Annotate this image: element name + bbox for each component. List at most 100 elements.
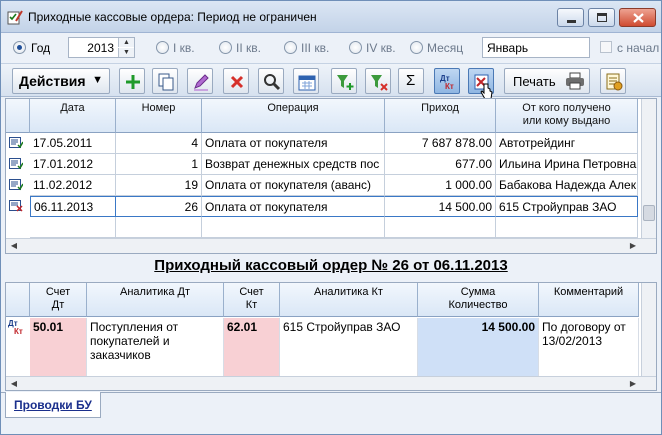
year-increment-button[interactable]: ▲ (118, 38, 134, 47)
minimize-icon (567, 20, 576, 23)
scroll-right-arrow[interactable]: ▶ (626, 240, 640, 252)
document-posted-icon (9, 158, 23, 170)
orders-table: Дата Номер Операция Приход От кого получ… (5, 98, 657, 254)
sum-button[interactable]: Σ (398, 68, 424, 94)
edit-button[interactable] (187, 68, 213, 94)
q1-radio[interactable] (156, 41, 169, 54)
year-input[interactable]: 2013 ▲ ▼ (68, 37, 135, 58)
cell-from[interactable]: Бабакова Надежда Алек (496, 175, 638, 196)
tab-postings[interactable]: Проводки БУ (5, 392, 101, 418)
period-selector: Год 2013 ▲ ▼ I кв. II кв. III кв. IV кв.… (1, 34, 661, 62)
orders-horizontal-scrollbar[interactable]: ◀ ▶ (6, 238, 656, 253)
postings-horizontal-scrollbar[interactable]: ◀ ▶ (6, 376, 656, 390)
minimize-button[interactable] (557, 8, 584, 27)
title-bar: Приходные кассовые ордера: Период не огр… (1, 1, 661, 33)
cell-comment[interactable]: По договору от 13/02/2013 (539, 318, 639, 376)
cell-operation[interactable]: Оплата от покупателя (202, 196, 385, 217)
maximize-button[interactable] (588, 8, 615, 27)
q3-radio[interactable] (284, 41, 297, 54)
column-header-credit-line1: Счет (239, 286, 264, 298)
cell-income[interactable]: 7 687 878.00 (385, 133, 496, 154)
year-decrement-button[interactable]: ▼ (118, 48, 134, 57)
svg-text:Кт: Кт (445, 82, 454, 91)
postings-vertical-scrollbar[interactable] (641, 283, 656, 376)
q3-radio-label: III кв. (301, 41, 330, 55)
from-start-checkbox[interactable] (600, 41, 612, 53)
filter-remove-button[interactable] (365, 68, 391, 94)
column-header-number[interactable]: Номер (116, 99, 202, 133)
cell-from[interactable]: Ильина Ирина Петровна (496, 154, 638, 175)
cell-number[interactable]: 4 (116, 133, 202, 154)
column-header-from-line2: или кому выдано (522, 115, 611, 127)
cell-date[interactable]: 11.02.2012 (30, 175, 116, 196)
close-icon (633, 13, 644, 23)
cell-analytics-dt[interactable]: Поступления от покупателей и заказчиков (87, 318, 224, 376)
column-header-credit[interactable]: Счет Кт (224, 283, 280, 317)
cell-operation[interactable]: Возврат денежных средств пос (202, 154, 385, 175)
cell-sum[interactable]: 14 500.00 (418, 318, 539, 376)
cell-income[interactable]: 1 000.00 (385, 175, 496, 196)
q2-radio-label: II кв. (236, 41, 261, 55)
copy-button[interactable] (152, 68, 178, 94)
cell-operation[interactable]: Оплата от покупателя (аванс) (202, 175, 385, 196)
year-value: 2013 (87, 41, 114, 55)
cash-orders-window: Приходные кассовые ордера: Период не огр… (0, 0, 662, 435)
scrollbar-thumb[interactable] (643, 205, 655, 221)
cell-date-selected[interactable]: 06.11.2013 (30, 196, 116, 217)
column-header-income[interactable]: Приход (385, 99, 496, 133)
column-header-debit[interactable]: Счет Дт (30, 283, 87, 317)
dt-kt-row-icon: Дт Кт (8, 319, 28, 341)
year-radio[interactable] (13, 41, 26, 54)
scroll-left-arrow[interactable]: ◀ (7, 240, 21, 252)
scroll-right-arrow[interactable]: ▶ (626, 378, 640, 390)
cell-from[interactable]: 615 Стройуправ ЗАО (496, 196, 638, 217)
search-button[interactable] (258, 68, 284, 94)
cell-income[interactable]: 14 500.00 (385, 196, 496, 217)
postings-toggle-button[interactable]: Дт Кт (434, 68, 460, 94)
delete-icon (230, 75, 244, 89)
column-header-analytics-dt[interactable]: Аналитика Дт (87, 283, 224, 317)
toolbar: Действия ▼ Σ Дт Кт Печать (1, 63, 661, 100)
cell-number[interactable]: 1 (116, 154, 202, 175)
scroll-left-arrow[interactable]: ◀ (7, 378, 21, 390)
postings-table: Счет Дт Аналитика Дт Счет Кт Аналитика К… (5, 282, 657, 391)
cell-number[interactable]: 19 (116, 175, 202, 196)
document-unposted-icon (9, 200, 23, 212)
cell-debit-account[interactable]: 50.01 (30, 318, 87, 376)
filter-add-button[interactable] (331, 68, 357, 94)
cell-operation[interactable]: Оплата от покупателя (202, 133, 385, 154)
column-header-sum-line1: Сумма (460, 286, 496, 298)
q2-radio[interactable] (219, 41, 232, 54)
column-header-sum[interactable]: Сумма Количество (418, 283, 539, 317)
q4-radio[interactable] (349, 41, 362, 54)
actions-menu-button[interactable]: Действия ▼ (12, 68, 110, 94)
document-title: Приходный кассовый ордер № 26 от 06.11.2… (154, 257, 508, 274)
report-button[interactable] (600, 68, 626, 94)
orders-vertical-scrollbar[interactable] (641, 99, 656, 238)
calendar-button[interactable] (293, 68, 319, 94)
close-button[interactable] (619, 8, 656, 27)
cell-number[interactable]: 26 (116, 196, 202, 217)
month-radio[interactable] (410, 41, 423, 54)
month-input[interactable]: Январь (482, 37, 590, 58)
from-start-label: с начал (617, 41, 660, 55)
cell-analytics-kt[interactable]: 615 Стройуправ ЗАО (280, 318, 418, 376)
dt-kt-icon: ДтКт (440, 74, 454, 91)
add-button[interactable] (119, 68, 145, 94)
cell-income[interactable]: 677.00 (385, 154, 496, 175)
tab-postings-label: Проводки БУ (14, 398, 92, 412)
print-button[interactable]: Печать (504, 68, 590, 94)
report-icon (606, 73, 623, 91)
column-header-comment[interactable]: Комментарий (539, 283, 639, 317)
column-header-date[interactable]: Дата (30, 99, 116, 133)
cell-credit-account[interactable]: 62.01 (224, 318, 280, 376)
kt-icon-label: Кт (14, 327, 23, 336)
column-header-from[interactable]: От кого получено или кому выдано (496, 99, 638, 133)
cell-date[interactable]: 17.05.2011 (30, 133, 116, 154)
cell-from[interactable]: Автотрейдинг (496, 133, 638, 154)
column-header-operation[interactable]: Операция (202, 99, 385, 133)
column-header-analytics-kt[interactable]: Аналитика Кт (280, 283, 418, 317)
cell-date[interactable]: 17.01.2012 (30, 154, 116, 175)
column-header-debit-line2: Дт (51, 299, 65, 311)
delete-button[interactable] (223, 68, 249, 94)
